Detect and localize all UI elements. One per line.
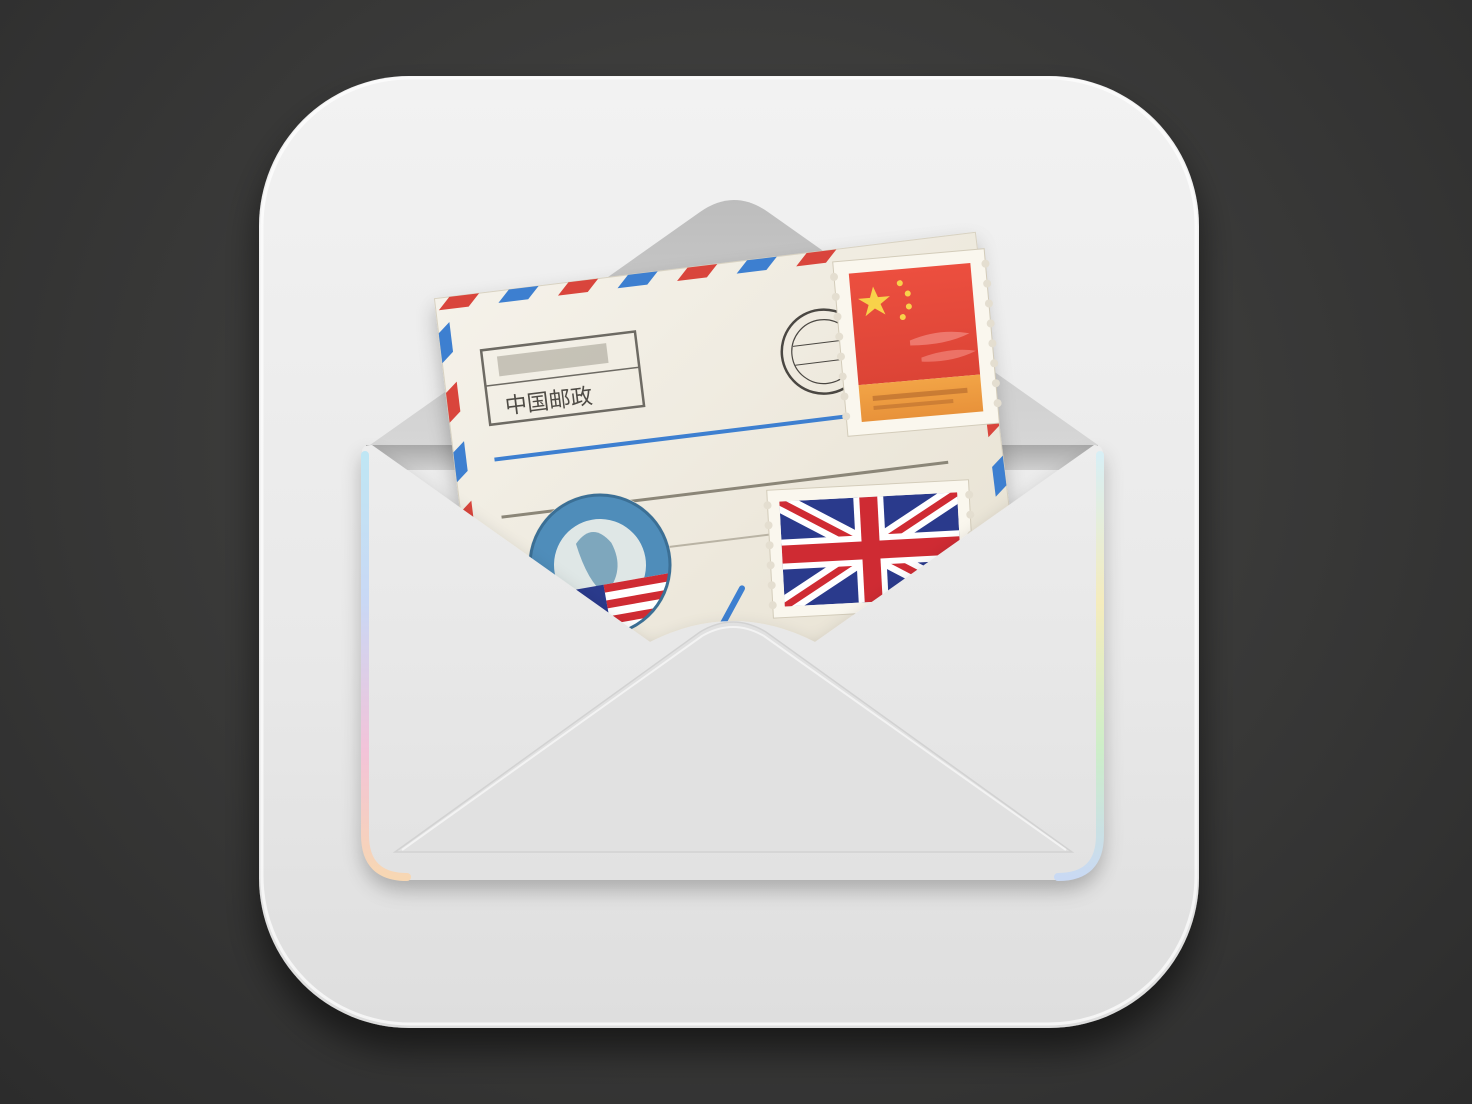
mail-app-icon[interactable]: 中国邮政 [0,0,1472,1104]
china-flag-stamp [830,248,1002,437]
icon-stage: 中国邮政 [0,0,1472,1104]
